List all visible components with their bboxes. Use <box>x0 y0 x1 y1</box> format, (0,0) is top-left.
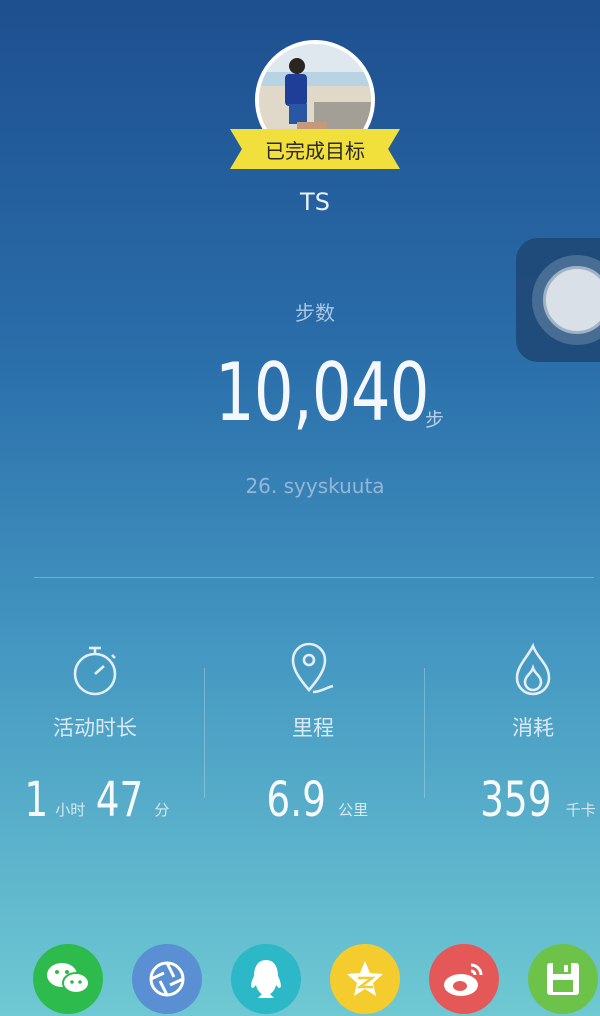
goal-complete-badge: 已完成目标 <box>230 129 400 169</box>
steps-value: 10,040 <box>215 346 429 439</box>
moments-icon <box>149 961 185 997</box>
calories-unit: 千卡 <box>565 801 596 819</box>
stat-distance[interactable]: 里程 6.9 公里 <box>218 640 408 826</box>
hours-unit: 小时 <box>55 801 86 819</box>
qq-icon <box>251 960 281 998</box>
calories-number: 359 <box>480 772 552 828</box>
stat-active-time-value: 1 小时 47 分 <box>0 774 190 826</box>
share-weibo-button[interactable] <box>429 944 499 1014</box>
stat-active-time[interactable]: 活动时长 1 小时 47 分 <box>0 640 190 826</box>
wechat-icon <box>47 963 90 994</box>
location-pin-icon <box>218 640 408 700</box>
save-icon <box>547 963 579 995</box>
stat-separator <box>424 668 425 798</box>
share-qq-button[interactable] <box>231 944 301 1014</box>
date-label: 26. syyskuuta <box>245 474 385 498</box>
distance-unit: 公里 <box>338 801 369 819</box>
active-minutes: 47 <box>95 772 144 828</box>
steps-value-row: 10,040 步 <box>215 348 444 438</box>
steps-label: 步数 <box>295 301 335 325</box>
stat-distance-label: 里程 <box>292 716 334 740</box>
flame-icon <box>438 640 600 700</box>
stat-separator <box>204 668 205 798</box>
weibo-icon <box>444 963 483 996</box>
username: TS <box>300 188 330 216</box>
stat-distance-value: 6.9 公里 <box>218 774 408 826</box>
qzone-icon <box>347 961 383 996</box>
stat-calories-label: 消耗 <box>512 716 554 740</box>
stat-active-time-label: 活动时长 <box>53 716 137 740</box>
distance-number: 6.9 <box>266 772 326 828</box>
minutes-unit: 分 <box>154 801 170 819</box>
share-bar <box>0 944 600 1016</box>
share-qzone-button[interactable] <box>330 944 400 1014</box>
stat-calories[interactable]: 消耗 359 千卡 <box>438 640 600 826</box>
share-wechat-button[interactable] <box>33 944 103 1014</box>
stopwatch-icon <box>0 640 190 700</box>
active-hours: 1 <box>24 772 48 828</box>
stat-calories-value: 359 千卡 <box>438 774 600 826</box>
share-moments-button[interactable] <box>132 944 202 1014</box>
save-image-button[interactable] <box>528 944 598 1014</box>
divider <box>34 577 594 578</box>
